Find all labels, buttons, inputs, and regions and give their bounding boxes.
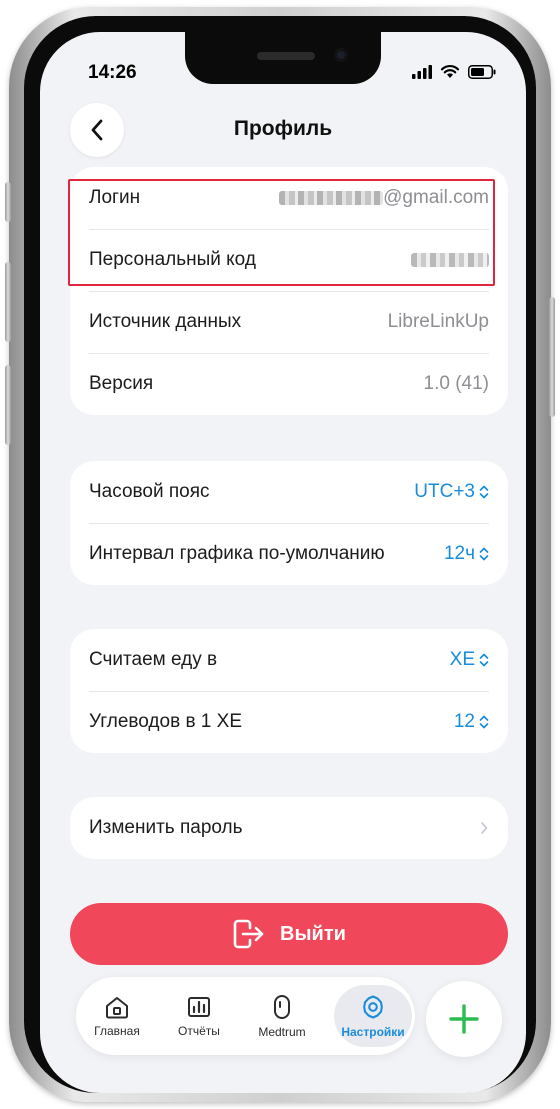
- gear-icon: [363, 994, 383, 1019]
- carbs-per-xe-row[interactable]: Углеводов в 1 ХЕ 12: [70, 691, 508, 753]
- timezone-row[interactable]: Часовой пояс UTC+3: [70, 461, 508, 523]
- chart-interval-row[interactable]: Интервал графика по-умолчанию 12ч: [70, 523, 508, 585]
- annotation-highlight-box: [68, 179, 495, 286]
- count-food-value: ХЕ: [449, 649, 475, 670]
- volume-up-button: [5, 262, 11, 342]
- tab-bar: Главная Отчёты Medtrum Настройки: [76, 977, 415, 1055]
- mute-switch: [5, 182, 11, 222]
- volume-down-button: [5, 365, 11, 445]
- phone-frame: 14:26 Профиль Логин @gmail.com Персональ…: [5, 7, 555, 1102]
- change-password-row[interactable]: Изменить пароль: [70, 797, 508, 859]
- add-button[interactable]: [426, 981, 502, 1057]
- tab-reports-label: Отчёты: [178, 1023, 220, 1038]
- chart-interval-value: 12ч: [443, 543, 475, 564]
- plus-icon: [449, 1004, 479, 1034]
- speaker: [257, 52, 315, 60]
- logout-button[interactable]: Выйти: [70, 903, 508, 965]
- status-icons: [412, 64, 496, 79]
- carbs-per-xe-select[interactable]: 12: [454, 711, 489, 733]
- home-icon: [106, 996, 128, 1018]
- change-password-label: Изменить пароль: [89, 817, 243, 838]
- chevron-up-down-icon: [479, 547, 489, 561]
- version-label: Версия: [89, 373, 154, 394]
- chevron-up-down-icon: [479, 485, 489, 499]
- tab-home[interactable]: Главная: [86, 985, 148, 1047]
- change-password-card: Изменить пароль: [70, 797, 508, 859]
- carbs-per-xe-value: 12: [453, 711, 475, 732]
- food-settings-card: Считаем еду в ХЕ Углеводов в 1 ХЕ 12: [70, 629, 508, 753]
- wifi-icon: [440, 65, 460, 78]
- battery-icon: [468, 64, 496, 79]
- front-camera: [334, 48, 348, 62]
- data-source-value: LibreLinkUp: [387, 311, 489, 332]
- data-source-row: Источник данных LibreLinkUp: [70, 291, 508, 353]
- count-food-select[interactable]: ХЕ: [450, 649, 489, 671]
- timezone-select[interactable]: UTC+3: [414, 481, 489, 503]
- device-icon: [274, 994, 290, 1019]
- version-value: 1.0 (41): [423, 373, 489, 394]
- chevron-up-down-icon: [479, 653, 489, 667]
- status-time: 14:26: [88, 62, 137, 83]
- notch: [185, 32, 381, 84]
- tab-settings-label: Настройки: [341, 1024, 405, 1039]
- chevron-up-down-icon: [479, 715, 489, 729]
- tab-settings[interactable]: Настройки: [334, 985, 412, 1047]
- tab-home-label: Главная: [94, 1023, 140, 1038]
- chart-interval-label: Интервал графика по-умолчанию: [89, 543, 385, 564]
- reports-icon: [188, 996, 210, 1017]
- display-settings-card: Часовой пояс UTC+3 Интервал графика по-у…: [70, 461, 508, 585]
- version-row: Версия 1.0 (41): [70, 353, 508, 415]
- count-food-row[interactable]: Считаем еду в ХЕ: [70, 629, 508, 691]
- tab-reports[interactable]: Отчёты: [168, 985, 230, 1047]
- timezone-label: Часовой пояс: [89, 481, 210, 502]
- cellular-signal-icon: [412, 64, 432, 79]
- tab-medtrum-label: Medtrum: [258, 1024, 306, 1039]
- tab-medtrum[interactable]: Medtrum: [246, 985, 318, 1047]
- logout-icon: [233, 919, 264, 949]
- chevron-right-icon: [481, 822, 488, 834]
- count-food-label: Считаем еду в: [89, 649, 218, 670]
- power-button: [549, 297, 555, 417]
- carbs-per-xe-label: Углеводов в 1 ХЕ: [89, 711, 243, 732]
- data-source-label: Источник данных: [89, 311, 242, 332]
- page-title: Профиль: [233, 117, 333, 140]
- logout-label: Выйти: [280, 922, 346, 945]
- timezone-value: UTC+3: [414, 481, 475, 502]
- chart-interval-select[interactable]: 12ч: [444, 543, 489, 565]
